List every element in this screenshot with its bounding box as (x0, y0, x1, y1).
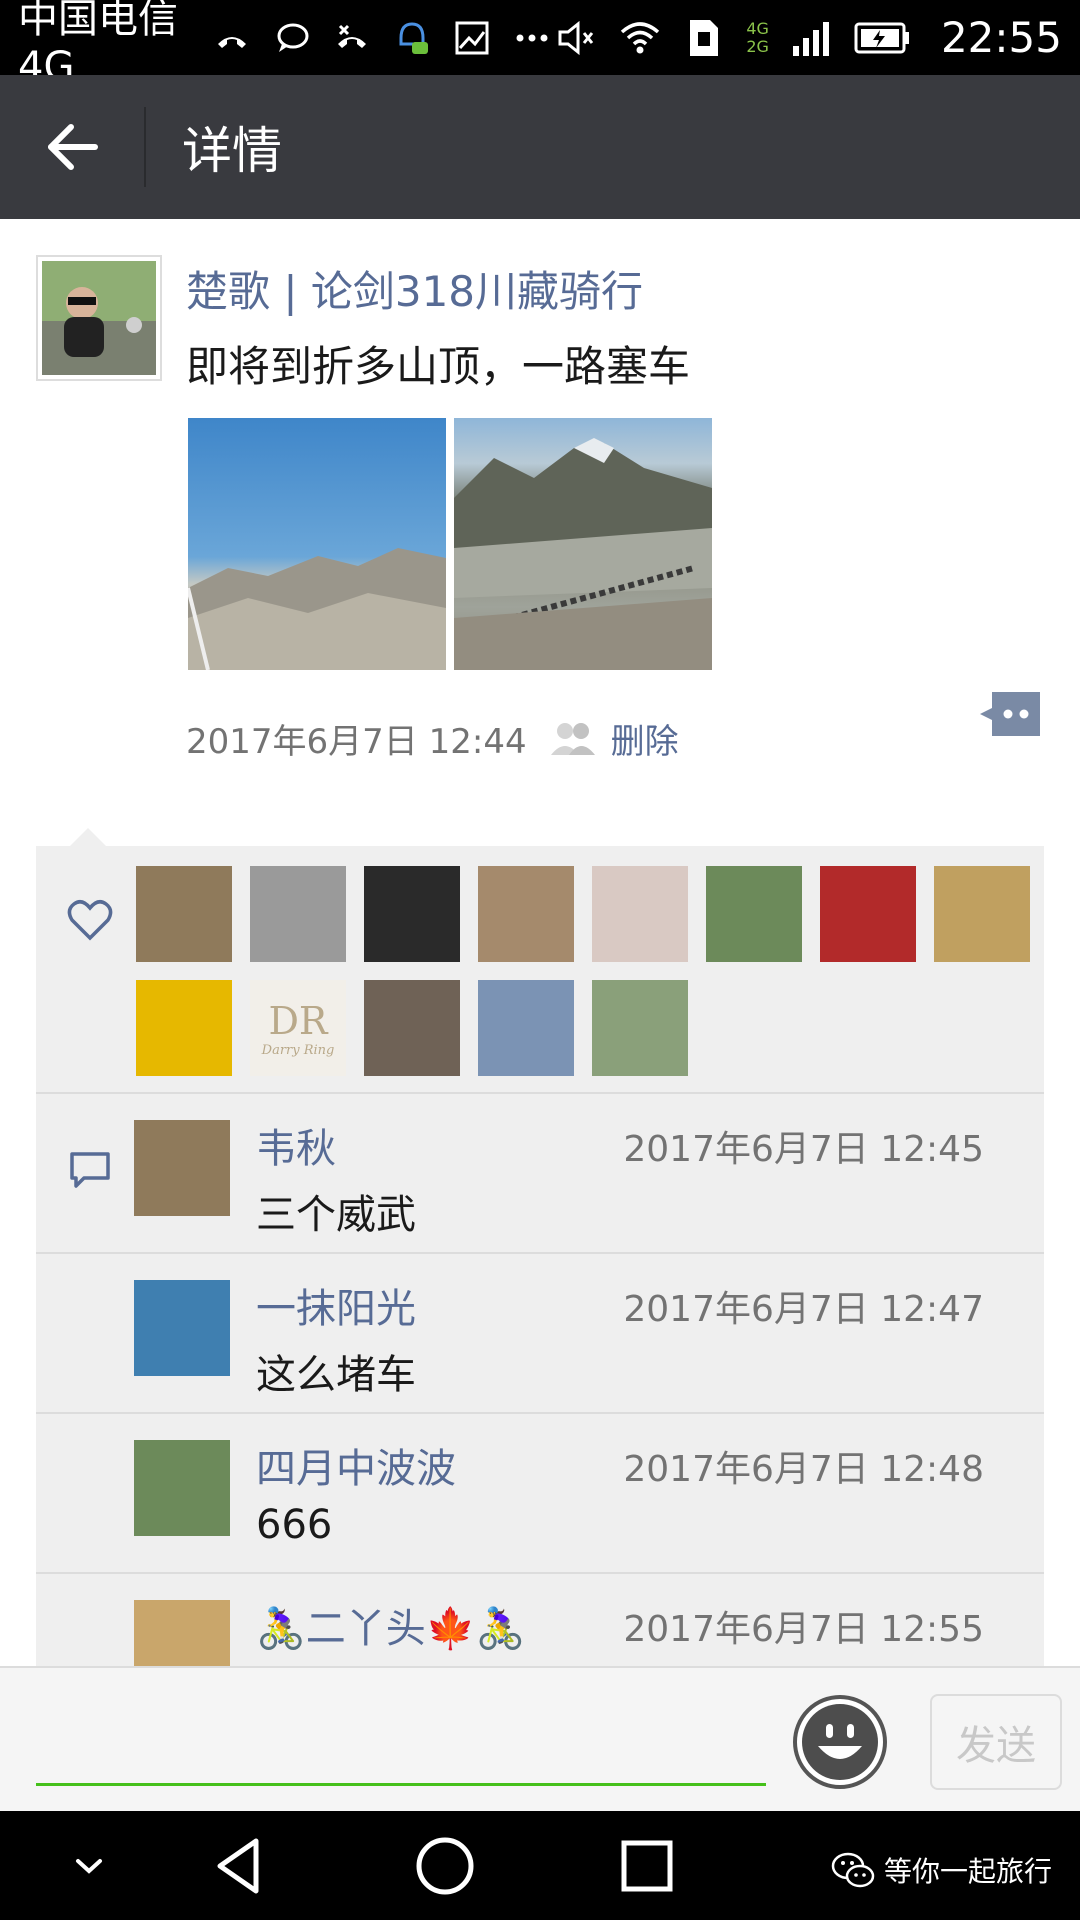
home-nav-icon[interactable] (412, 1833, 478, 1899)
send-button[interactable]: 发送 (930, 1694, 1062, 1790)
comment-author[interactable]: 一抹阳光 (256, 1276, 416, 1334)
post-timestamp: 2017年6月7日 12:44 (186, 722, 527, 762)
watermark-text: 等你一起旅行 (884, 1855, 1053, 1888)
liker-avatar-13[interactable] (592, 980, 688, 1076)
comment-dots-icon (980, 692, 1040, 736)
comment-text: 666 (256, 1502, 333, 1548)
wifi-icon (618, 16, 662, 60)
network-4g-label: 4G (746, 18, 769, 38)
liker-avatar-11[interactable] (364, 980, 460, 1076)
mute-icon (554, 16, 598, 60)
missed-call-icon-2 (330, 16, 374, 60)
liker-avatar-6[interactable] (706, 866, 802, 962)
box-pointer (70, 828, 106, 846)
comment-author[interactable]: 🚴‍♀️二丫头🍁🚴‍♀️ (256, 1596, 525, 1654)
status-bar: 中国电信 4G 4G 2G 22:55 (0, 0, 1080, 90)
recents-nav-icon[interactable] (614, 1833, 680, 1899)
comment-input-bar: 发送 (0, 1666, 1080, 1811)
liker-avatar-3[interactable] (364, 866, 460, 962)
comment-row[interactable]: 四月中波波 2017年6月7日 12:48 666 (36, 1414, 1044, 1574)
liker-avatar-12[interactable] (478, 980, 574, 1076)
comment-avatar[interactable] (134, 1440, 230, 1536)
author-avatar[interactable] (36, 255, 162, 381)
comment-time: 2017年6月7日 12:48 (623, 1449, 984, 1490)
liker-avatar-7[interactable] (820, 866, 916, 962)
image-icon (450, 16, 494, 60)
sim-card-icon (682, 16, 726, 60)
comment-author[interactable]: 四月中波波 (256, 1436, 456, 1494)
back-arrow-icon (48, 124, 98, 170)
darry-ring-logo-sub: Darry Ring (261, 1042, 335, 1058)
liker-avatar-5[interactable] (592, 866, 688, 962)
qq-icon (390, 16, 434, 60)
liker-avatar-2[interactable] (250, 866, 346, 962)
header-divider (144, 107, 146, 187)
comment-author[interactable]: 韦秋 (256, 1116, 336, 1174)
comment-row[interactable]: 韦秋 2017年6月7日 12:45 三个威武 (36, 1094, 1044, 1254)
comment-time: 2017年6月7日 12:55 (623, 1609, 984, 1650)
liker-avatar-9[interactable] (136, 980, 232, 1076)
comment-input[interactable] (36, 1706, 766, 1786)
comment-icon (66, 1146, 114, 1194)
network-type: 4G 2G (746, 18, 769, 56)
comment-time: 2017年6月7日 12:47 (623, 1289, 984, 1330)
comment-row[interactable]: 🚴‍♀️二丫头🍁🚴‍♀️ 2017年6月7日 12:55 (36, 1574, 1044, 1666)
comment-time: 2017年6月7日 12:45 (623, 1129, 984, 1170)
post-text: 即将到折多山顶，一路塞车 (186, 342, 691, 391)
battery-icon (853, 16, 913, 60)
app-header: 详情 (0, 75, 1080, 219)
network-2g-label: 2G (746, 36, 769, 56)
liker-avatar-10[interactable]: DR Darry Ring (250, 980, 346, 1076)
liker-avatar-1[interactable] (136, 866, 232, 962)
more-dots-icon (510, 16, 554, 60)
post-photo-2[interactable] (454, 418, 712, 670)
signal-icon (789, 16, 833, 60)
liker-avatar-8[interactable] (934, 866, 1030, 962)
hide-keyboard-icon[interactable] (56, 1833, 122, 1899)
comment-avatar[interactable] (134, 1600, 230, 1666)
darry-ring-logo-text: DR (268, 998, 328, 1043)
notification-icons (210, 16, 554, 60)
author-name[interactable]: 楚歌 | 论剑318川藏骑行 (186, 258, 643, 319)
chat-bubble-icon (270, 16, 314, 60)
system-icons: 4G 2G 22:55 (554, 13, 1062, 62)
back-button[interactable] (0, 75, 144, 219)
post-meta: 2017年6月7日 12:44 删除 (186, 714, 679, 763)
clock: 22:55 (940, 13, 1062, 62)
comment-avatar[interactable] (134, 1280, 230, 1376)
missed-call-icon (210, 16, 254, 60)
comment-row[interactable]: 一抹阳光 2017年6月7日 12:47 这么堵车 (36, 1254, 1044, 1414)
comment-text: 这么堵车 (256, 1352, 416, 1398)
page-title: 详情 (182, 122, 282, 180)
comment-text: 三个威武 (256, 1192, 416, 1238)
comment-menu-button[interactable] (978, 690, 1042, 738)
wechat-icon (830, 1850, 876, 1890)
heart-icon (66, 896, 114, 944)
comment-avatar[interactable] (134, 1120, 230, 1216)
account-watermark: 等你一起旅行 (830, 1850, 1052, 1890)
back-nav-icon[interactable] (206, 1833, 272, 1899)
delete-link[interactable]: 删除 (611, 714, 679, 763)
emoji-button[interactable] (792, 1694, 888, 1790)
liker-avatar-4[interactable] (478, 866, 574, 962)
friends-visibility-icon (545, 719, 599, 759)
post-photo-1[interactable] (188, 418, 446, 670)
smiley-icon (793, 1695, 887, 1789)
